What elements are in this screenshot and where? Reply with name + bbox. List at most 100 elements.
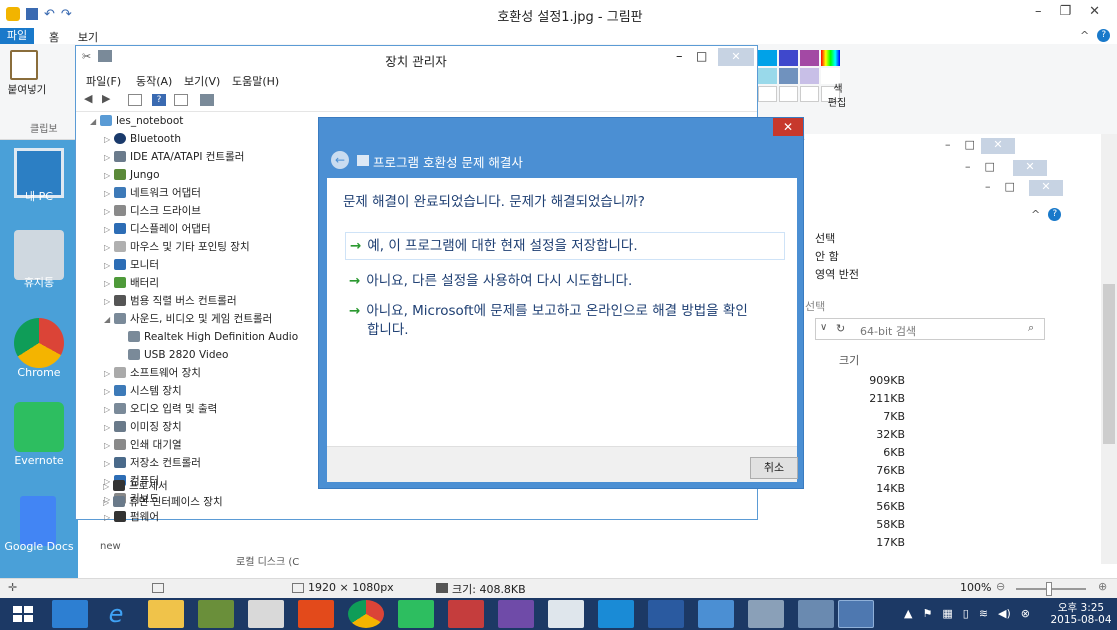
redo-icon[interactable]: ↷ (61, 7, 72, 22)
device-manager-taskbar-icon[interactable] (748, 600, 784, 628)
back-icon[interactable]: ◀ (84, 92, 92, 105)
minimize-button[interactable]: – (676, 49, 683, 64)
maximize-button[interactable]: □ (696, 49, 707, 63)
back-arrow-icon[interactable]: ← (331, 151, 349, 169)
expand-arrow-icon[interactable]: ▷ (103, 494, 113, 512)
expand-arrow-icon[interactable]: ▷ (104, 131, 114, 149)
tree-item-sound[interactable]: ◢ 사운드, 비디오 및 게임 컨트롤러 (104, 310, 272, 328)
start-button[interactable] (8, 600, 38, 628)
expand-arrow-icon[interactable]: ▷ (104, 365, 114, 383)
search-input[interactable]: 64-bit 검색 (860, 323, 1010, 339)
option-report-problem[interactable]: → 아니요, Microsoft에 문제를 보고하고 온라인으로 해결 방법을 확… (349, 302, 789, 340)
scrollbar-thumb[interactable] (1103, 284, 1115, 444)
size-column-header[interactable]: 크기 (839, 352, 879, 368)
office-icon[interactable] (298, 600, 334, 628)
app-icon-3[interactable] (448, 600, 484, 628)
option-try-again[interactable]: → 아니요, 다른 설정을 사용하여 다시 시도합니다. (349, 268, 789, 294)
chrome-icon[interactable] (14, 318, 64, 368)
search-box[interactable]: ∨ ↻ 64-bit 검색 ⌕ (815, 318, 1045, 340)
color-swatch[interactable] (800, 68, 819, 84)
color-swatch[interactable] (779, 68, 798, 84)
tree-item-monitor[interactable]: ▷ 모니터 (104, 256, 159, 274)
expand-arrow-icon[interactable]: ▷ (104, 455, 114, 473)
tree-item-mouse[interactable]: ▷ 마우스 및 기타 포인팅 장치 (104, 238, 250, 256)
tree-item-system[interactable]: ▷ 시스템 장치 (104, 382, 182, 400)
tree-item-display[interactable]: ▷ 디스플레이 어댑터 (104, 220, 211, 238)
partial-local-disk-label[interactable]: 로컬 디스크 (C (236, 553, 326, 568)
close-button[interactable]: ✕ (1089, 4, 1100, 22)
minimize-button[interactable]: – (1035, 4, 1042, 22)
tree-item-storage[interactable]: ▷ 저장소 컨트롤러 (104, 454, 201, 472)
expand-arrow-icon[interactable]: ▷ (104, 293, 114, 311)
bg-close-button-3[interactable]: ✕ (1029, 180, 1063, 196)
app-icon-6[interactable] (798, 600, 834, 628)
expand-arrow-icon[interactable]: ▷ (104, 383, 114, 401)
help-icon[interactable]: ? (1097, 29, 1111, 42)
help-taskbar-icon[interactable] (52, 600, 88, 628)
expand-arrow-icon[interactable]: ▷ (104, 203, 114, 221)
tree-item-software[interactable]: ▷ 소프트웨어 장치 (104, 364, 201, 382)
color-swatch[interactable] (779, 50, 798, 66)
save-icon[interactable] (26, 8, 38, 20)
expand-arrow-icon[interactable]: ▷ (104, 221, 114, 239)
menu-help[interactable]: 도움말(H) (232, 73, 279, 89)
wifi-icon[interactable]: ≋ (979, 607, 988, 620)
properties-icon[interactable] (128, 94, 142, 106)
menu-view[interactable]: 보기(V) (184, 73, 220, 89)
evernote-icon[interactable] (14, 402, 64, 452)
google-docs-icon[interactable] (20, 496, 56, 546)
refresh-icon[interactable]: ↻ (836, 322, 845, 335)
color-swatch[interactable] (758, 86, 777, 102)
expand-arrow-icon[interactable]: ▷ (104, 257, 114, 275)
help-icon[interactable]: ? (1048, 208, 1062, 221)
tree-item-hid[interactable]: ▷ 휴먼 인터페이스 장치 (103, 493, 223, 511)
chrome-taskbar-icon[interactable] (348, 600, 384, 628)
expand-arrow-icon[interactable]: ▷ (104, 167, 114, 185)
expand-arrow-icon[interactable]: ▷ (104, 419, 114, 437)
close-button[interactable]: ✕ (718, 48, 754, 66)
collapse-arrow-icon[interactable]: ◢ (90, 113, 100, 131)
tab-home[interactable]: 홈 (40, 29, 68, 45)
tree-item-audio-io[interactable]: ▷ 오디오 입력 및 출력 (104, 400, 217, 418)
restore-button[interactable]: □ (985, 160, 995, 173)
troubleshooter-taskbar-icon[interactable] (698, 600, 734, 628)
tree-item-usb[interactable]: ▷ 범용 직렬 버스 컨트롤러 (104, 292, 237, 310)
vertical-scrollbar[interactable] (1101, 134, 1117, 564)
tree-item-jungo[interactable]: ▷ Jungo (104, 166, 160, 184)
expand-arrow-icon[interactable]: ▷ (104, 437, 114, 455)
app-icon-1[interactable] (198, 600, 234, 628)
volume-icon[interactable]: ◀) (998, 607, 1011, 620)
tree-item-usb-video[interactable]: USB 2820 Video (128, 346, 228, 364)
zoom-slider[interactable] (1016, 582, 1086, 596)
ie-icon[interactable]: e (98, 600, 134, 628)
visual-studio-icon[interactable] (498, 600, 534, 628)
tree-item-imaging[interactable]: ▷ 이미징 장치 (104, 418, 182, 436)
option-save-settings[interactable]: → 예, 이 프로그램에 대한 현재 설정을 저장합니다. (345, 232, 785, 260)
calculator-icon[interactable] (548, 600, 584, 628)
zoom-slider-thumb[interactable] (1046, 582, 1052, 596)
tree-item-battery[interactable]: ▷ 배터리 (104, 274, 159, 292)
app-icon-4[interactable] (598, 600, 634, 628)
tree-item-ide[interactable]: ▷ IDE ATA/ATAPI 컨트롤러 (104, 148, 244, 166)
color-swatch[interactable] (800, 86, 819, 102)
color-swatch[interactable] (779, 86, 798, 102)
minimize-button[interactable]: – (985, 180, 991, 193)
dropdown-icon[interactable]: ∨ (820, 322, 827, 333)
evernote-taskbar-icon[interactable] (398, 600, 434, 628)
clock-date[interactable]: 2015-08-04 (1050, 614, 1112, 626)
tree-item-disk[interactable]: ▷ 디스크 드라이브 (104, 202, 201, 220)
expand-arrow-icon[interactable]: ▷ (104, 185, 114, 203)
tree-item-network[interactable]: ▷ 네트워크 어댑터 (104, 184, 201, 202)
tree-item-print-queue[interactable]: ▷ 인쇄 대기열 (104, 436, 182, 454)
app-icon-2[interactable] (248, 600, 284, 628)
restore-button[interactable]: ❐ (1060, 4, 1072, 22)
expand-arrow-icon[interactable]: ▷ (104, 401, 114, 419)
minimize-button[interactable]: – (945, 138, 951, 151)
bg-close-button-1[interactable]: ✕ (981, 138, 1015, 154)
paint-taskbar-icon[interactable] (838, 600, 874, 628)
restore-button[interactable]: □ (965, 138, 975, 151)
collapse-ribbon-icon[interactable]: ^ (1080, 29, 1089, 42)
network-icon[interactable]: ▦ (942, 607, 952, 620)
edit-colors-label-2[interactable]: 편집 (820, 94, 854, 109)
color-swatch[interactable] (758, 50, 777, 66)
